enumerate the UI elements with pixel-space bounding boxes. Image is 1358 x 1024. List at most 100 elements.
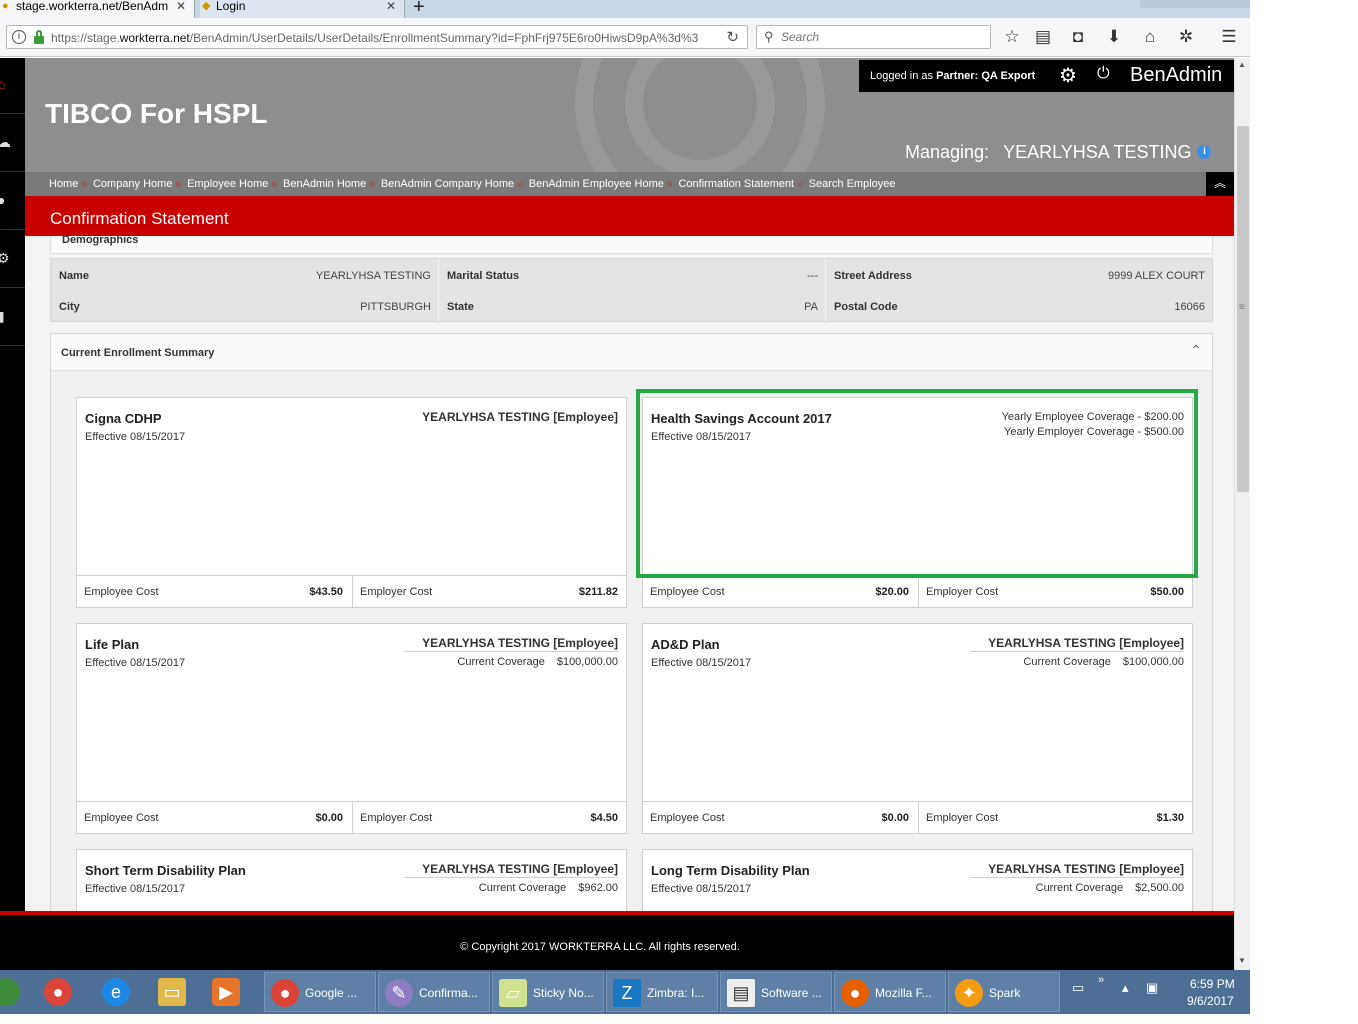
logged-in-text: Logged in as Partner: QA Export: [870, 70, 1036, 82]
info-icon[interactable]: i: [1197, 145, 1212, 159]
divider: [404, 877, 618, 878]
rail-item-user[interactable]: ●: [0, 174, 25, 230]
plan-cost-row: Employee Cost $20.00 Employer Cost $50.00: [643, 575, 1192, 607]
page-scrollbar[interactable]: ▲ ≡ ▼: [1234, 58, 1250, 970]
plan-effective-date: Effective 08/15/2017: [651, 657, 752, 669]
breadcrumb-employee-home[interactable]: Employee Home: [187, 178, 268, 190]
enrollment-title: Current Enrollment Summary: [61, 347, 215, 359]
breadcrumb-confirmation-statement[interactable]: Confirmation Statement: [678, 178, 794, 190]
tab-label: Login: [216, 0, 246, 13]
plan-enrollee: YEARLYHSA TESTING [Employee]: [988, 862, 1184, 876]
url-text[interactable]: https://stage.workterra.net/BenAdmin/Use…: [51, 31, 716, 45]
download-icon[interactable]: ⬇: [1103, 27, 1125, 49]
start-button[interactable]: [0, 972, 20, 1012]
taskbar-item-sticky-notes[interactable]: ▱ Sticky No...: [492, 972, 604, 1012]
window-controls[interactable]: [1140, 0, 1250, 8]
chevron-up-icon[interactable]: ⌃: [1194, 236, 1204, 244]
divider: [970, 877, 1184, 878]
user-icon: ●: [0, 192, 6, 208]
breadcrumb-items: Home» Company Home» Employee Home» BenAd…: [49, 178, 896, 190]
scroll-down-icon[interactable]: ▼: [1238, 956, 1246, 965]
breadcrumb: Home» Company Home» Employee Home» BenAd…: [25, 172, 1234, 196]
windows-taskbar: ● e ▭ ▶ ● Google ... ✎ Confirma... ▱ Sticky…: [0, 970, 1250, 1014]
taskbar-item-spark[interactable]: ✦ Spark: [948, 972, 1060, 1012]
demographics-header[interactable]: Demographics ⌃: [50, 236, 1213, 254]
reading-list-icon[interactable]: ▤: [1032, 27, 1054, 49]
settings-rail-icon: ⚙: [0, 250, 10, 266]
network-icon[interactable]: ▣: [1146, 980, 1158, 996]
taskbar-item-software[interactable]: ▤ Software ...: [720, 972, 832, 1012]
enrollment-header[interactable]: Current Enrollment Summary ⌃: [51, 334, 1212, 371]
chevron-up-icon[interactable]: ⌃: [1190, 342, 1202, 359]
pocket-icon[interactable]: ◘: [1067, 27, 1089, 49]
taskbar-item-chrome[interactable]: ● Google ...: [264, 972, 376, 1012]
close-tab-icon[interactable]: ✕: [176, 0, 186, 12]
breadcrumb-benadmin-company-home[interactable]: BenAdmin Company Home: [381, 178, 514, 190]
page-title-bar: Confirmation Statement: [25, 196, 1234, 236]
home-rail-icon: ⌂: [0, 76, 6, 92]
tab-label: stage.workterra.net/BenAdm: [16, 0, 169, 13]
site-info-icon[interactable]: i: [12, 30, 26, 44]
taskbar-item-paint[interactable]: ✎ Confirma...: [378, 972, 490, 1012]
tray-arrow-icon[interactable]: ▴: [1122, 980, 1129, 996]
collapse-header-button[interactable]: ︽: [1206, 172, 1234, 196]
browser-nav-bar: i https://stage.workterra.net/BenAdmin/U…: [0, 18, 1250, 57]
chrome-icon: ●: [44, 978, 72, 1006]
rail-item-gear[interactable]: ⚙: [0, 232, 25, 288]
breadcrumb-company-home[interactable]: Company Home: [93, 178, 172, 190]
tab-login[interactable]: ◆ Login ✕: [200, 0, 405, 18]
breadcrumb-benadmin-employee-home[interactable]: BenAdmin Employee Home: [529, 178, 664, 190]
hamburger-menu-icon[interactable]: ☰: [1218, 27, 1240, 49]
firefox-icon: ●: [841, 979, 869, 1007]
plan-effective-date: Effective 08/15/2017: [85, 431, 186, 443]
field-name: Name YEARLYHSA TESTING: [59, 270, 431, 282]
pinned-media[interactable]: ▶: [206, 972, 246, 1012]
taskbar-item-zimbra[interactable]: Z Zimbra: I...: [606, 972, 718, 1012]
paint-icon: ✎: [385, 979, 413, 1007]
bookmark-star-icon[interactable]: ☆: [1001, 27, 1023, 49]
login-favicon-icon: ◆: [202, 0, 211, 12]
search-box[interactable]: ⚲: [756, 25, 991, 49]
home-icon[interactable]: ⌂: [1139, 27, 1161, 49]
rail-item-cloud[interactable]: ☁: [0, 116, 25, 172]
current-coverage: Current Coverage $100,000.00: [1023, 656, 1184, 668]
brand-logo[interactable]: BenAdmin: [1130, 64, 1222, 87]
reload-icon[interactable]: ↻: [726, 28, 739, 46]
plan-cost-row: Employee Cost $43.50 Employer Cost $211.82: [77, 575, 626, 607]
rail-item-report[interactable]: ▮: [0, 290, 25, 346]
site-favicon-icon: ●: [2, 0, 9, 12]
close-tab-icon[interactable]: ✕: [386, 0, 396, 12]
employer-cost: Employer Cost $1.30: [918, 802, 1192, 833]
taskbar-item-firefox[interactable]: ● Mozilla F...: [834, 972, 946, 1012]
breadcrumb-search-employee[interactable]: Search Employee: [809, 178, 896, 190]
url-bar[interactable]: i https://stage.workterra.net/BenAdmin/U…: [6, 25, 748, 49]
rail-item-home[interactable]: ⌂: [0, 58, 25, 114]
tab-workterra[interactable]: ● stage.workterra.net/BenAdm ✕: [0, 0, 195, 18]
sticky-notes-icon: ▱: [499, 979, 527, 1007]
folder-icon: ▭: [158, 978, 186, 1006]
tray-folder-icon[interactable]: ▭: [1072, 980, 1084, 996]
extension-icon[interactable]: ✲: [1175, 27, 1197, 49]
gear-icon[interactable]: ⚙: [1059, 63, 1077, 88]
plan-name: Short Term Disability Plan: [85, 863, 246, 878]
plan-effective-date: Effective 08/15/2017: [85, 657, 186, 669]
clock-time[interactable]: 6:59 PM: [1190, 977, 1235, 991]
plan-enrollee: YEARLYHSA TESTING [Employee]: [422, 410, 618, 424]
plan-card-cigna-cdhp: Cigna CDHP Effective 08/15/2017 YEARLYHS…: [76, 397, 627, 608]
breadcrumb-home[interactable]: Home: [49, 178, 78, 190]
search-input[interactable]: [781, 29, 981, 45]
field-postal-code: Postal Code 16066: [834, 301, 1205, 313]
power-icon[interactable]: ⏻: [1097, 65, 1110, 83]
plan-name: Cigna CDHP: [85, 411, 162, 426]
user-toolbar: Logged in as Partner: QA Export ⚙ ⏻ BenA…: [859, 60, 1234, 92]
pinned-ie[interactable]: e: [96, 972, 136, 1012]
pinned-explorer[interactable]: ▭: [152, 972, 192, 1012]
tray-expand-icon[interactable]: »: [1098, 974, 1104, 986]
current-coverage: Current Coverage $100,000.00: [457, 656, 618, 668]
breadcrumb-benadmin-home[interactable]: BenAdmin Home: [283, 178, 366, 190]
site-header: TIBCO For HSPL Logged in as Partner: QA …: [25, 58, 1234, 172]
new-tab-button[interactable]: +: [413, 0, 425, 19]
clock-date[interactable]: 9/6/2017: [1187, 994, 1234, 1008]
scroll-up-icon[interactable]: ▲: [1238, 60, 1246, 69]
pinned-chrome[interactable]: ●: [38, 972, 78, 1012]
